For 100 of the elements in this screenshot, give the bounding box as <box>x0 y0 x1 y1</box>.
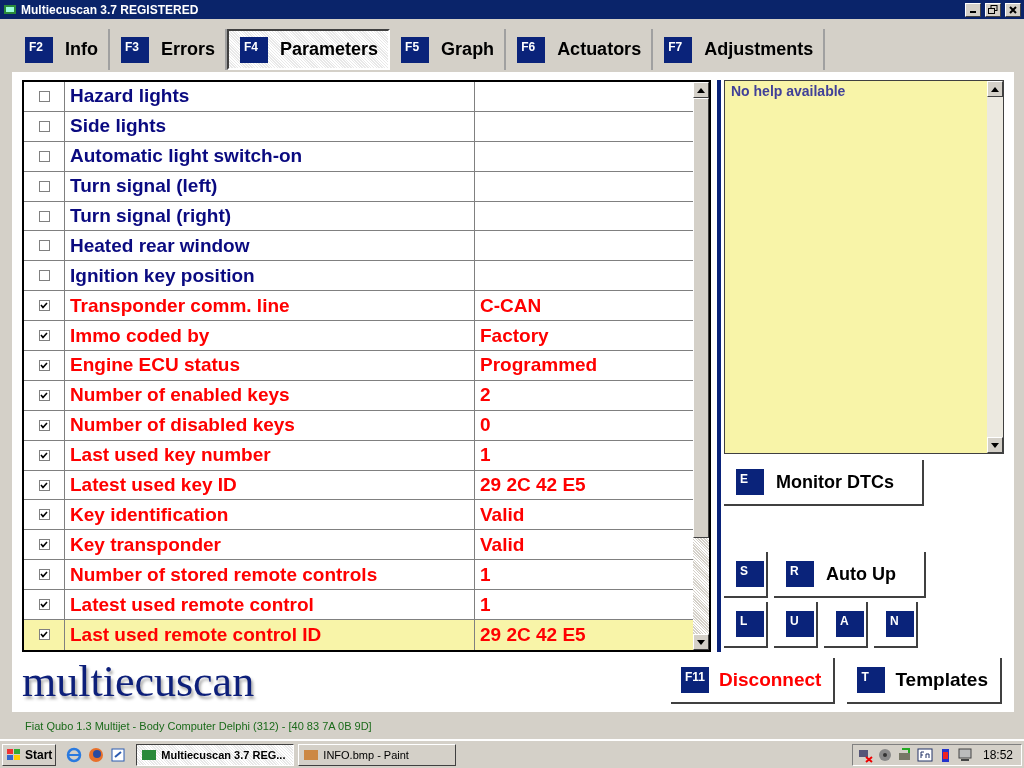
scroll-up-icon[interactable] <box>697 87 705 93</box>
minimize-icon <box>970 11 976 13</box>
minimize-button[interactable] <box>965 2 981 17</box>
start-button[interactable]: Start <box>2 743 57 766</box>
key-button[interactable]: A <box>824 602 868 648</box>
table-row[interactable]: Number of enabled keys 2 <box>24 380 693 411</box>
table-row[interactable]: Ignition key position <box>24 261 693 292</box>
monitor-icon[interactable] <box>956 746 973 763</box>
table-row[interactable]: Last used remote control ID 29 2C 42 E5 <box>24 620 693 650</box>
device-icon[interactable] <box>896 746 913 763</box>
table-row[interactable]: Engine ECU status Programmed <box>24 351 693 381</box>
key-badge: F3 <box>121 36 149 63</box>
table-row[interactable]: Latest used key ID 29 2C 42 E5 <box>24 470 693 501</box>
close-button[interactable] <box>1005 2 1021 17</box>
close-icon <box>1009 5 1017 14</box>
tab[interactable]: F7 Adjustments <box>653 29 826 70</box>
parameter-name: Immo coded by <box>65 321 475 350</box>
checkbox[interactable] <box>38 90 50 102</box>
parameter-value: 0 <box>480 414 491 437</box>
checkbox[interactable] <box>38 599 50 611</box>
checkbox[interactable] <box>38 359 50 371</box>
table-row[interactable]: Key transponder Valid <box>24 530 693 561</box>
key-badge: T <box>857 667 886 693</box>
monitor-dtcs-button[interactable]: E Monitor DTCs <box>724 460 924 506</box>
tab[interactable]: F4 Parameters <box>227 29 391 70</box>
table-row[interactable]: Side lights <box>24 111 693 142</box>
parameter-name: Engine ECU status <box>65 351 475 380</box>
parameter-value: Valid <box>480 533 525 556</box>
taskbar-button[interactable]: Multiecuscan 3.7 REG... <box>136 743 295 766</box>
table-row[interactable]: Latest used remote control 1 <box>24 590 693 621</box>
help-text: No help available <box>730 82 847 101</box>
browser-icon[interactable] <box>66 746 83 763</box>
tab[interactable]: F6 Actuators <box>506 29 654 70</box>
key-button[interactable]: L <box>724 602 768 648</box>
templates-button[interactable]: T Templates <box>847 658 1002 704</box>
key-badge: N <box>886 611 914 637</box>
parameter-value: 29 2C 42 E5 <box>480 474 586 496</box>
checkbox[interactable] <box>38 569 50 581</box>
table-row[interactable]: Transponder comm. line C-CAN <box>24 291 693 322</box>
table-row[interactable]: Heated rear window <box>24 231 693 262</box>
key-button[interactable]: U <box>774 602 818 648</box>
checkbox[interactable] <box>38 449 50 461</box>
checkbox[interactable] <box>38 419 50 431</box>
parameter-value: C-CAN <box>480 294 542 317</box>
keyboard-icon[interactable] <box>916 746 933 763</box>
table-row[interactable]: Turn signal (left) <box>24 171 693 202</box>
table-row[interactable]: Number of disabled keys 0 <box>24 410 693 441</box>
checkbox[interactable] <box>38 330 50 342</box>
tab[interactable]: F2 Info <box>14 29 110 70</box>
parameter-value: 1 <box>480 563 491 586</box>
app-icon <box>3 2 17 17</box>
parameter-name: Side lights <box>65 111 475 141</box>
parameter-name: Latest used remote control <box>65 590 475 620</box>
auto-up-button[interactable]: R Auto Up <box>774 552 926 598</box>
table-row[interactable]: Number of stored remote controls 1 <box>24 560 693 591</box>
table-row[interactable]: Key identification Valid <box>24 500 693 531</box>
globe-icon[interactable] <box>88 746 105 763</box>
parameter-value: Programmed <box>480 354 598 377</box>
parameter-name: Automatic light switch-on <box>65 141 475 171</box>
checkbox[interactable] <box>38 300 50 312</box>
desktop-icon[interactable] <box>110 746 127 763</box>
scroll-down-icon[interactable] <box>697 639 705 645</box>
parameter-name: Ignition key position <box>65 261 475 291</box>
table-row[interactable]: Hazard lights <box>24 82 693 112</box>
help-scrollbar[interactable] <box>987 81 1003 453</box>
table-row[interactable]: Immo coded by Factory <box>24 321 693 351</box>
checkbox[interactable] <box>38 509 50 521</box>
checkbox[interactable] <box>38 240 50 252</box>
tab[interactable]: F3 Errors <box>110 29 228 70</box>
table-row[interactable]: Turn signal (right) <box>24 201 693 232</box>
tab[interactable]: F5 Graph <box>390 29 507 70</box>
checkbox[interactable] <box>38 270 50 282</box>
parameter-value: 1 <box>480 444 491 467</box>
key-button[interactable]: N <box>874 602 918 648</box>
checkbox[interactable] <box>38 150 50 162</box>
checkbox[interactable] <box>38 180 50 192</box>
checkbox[interactable] <box>38 210 50 222</box>
checkbox[interactable] <box>38 479 50 491</box>
checkbox[interactable] <box>38 629 50 641</box>
checkbox[interactable] <box>38 120 50 132</box>
scroll-down-icon[interactable] <box>991 442 999 448</box>
disconnect-button[interactable]: F11 Disconnect <box>671 658 836 704</box>
table-row[interactable]: Last used key number 1 <box>24 440 693 471</box>
table-row[interactable]: Automatic light switch-on <box>24 141 693 172</box>
scroll-up-icon[interactable] <box>991 86 999 92</box>
clock: 18:52 <box>982 747 1013 762</box>
key-badge: F6 <box>517 36 546 63</box>
parameter-name: Key transponder <box>65 530 475 560</box>
restore-button[interactable] <box>985 2 1001 17</box>
key-badge: L <box>736 611 764 637</box>
parameter-name: Last used key number <box>65 440 475 470</box>
scrollbar[interactable] <box>693 82 709 650</box>
taskbar-button[interactable]: INFO.bmp - Paint <box>298 743 457 766</box>
key-badge: F2 <box>25 36 53 63</box>
parameter-value: Factory <box>480 324 549 347</box>
checkbox[interactable] <box>38 389 50 401</box>
parameter-value: Valid <box>480 503 525 526</box>
checkbox[interactable] <box>38 539 50 551</box>
speaker-icon[interactable] <box>876 746 893 763</box>
key-button[interactable]: S <box>724 552 768 598</box>
